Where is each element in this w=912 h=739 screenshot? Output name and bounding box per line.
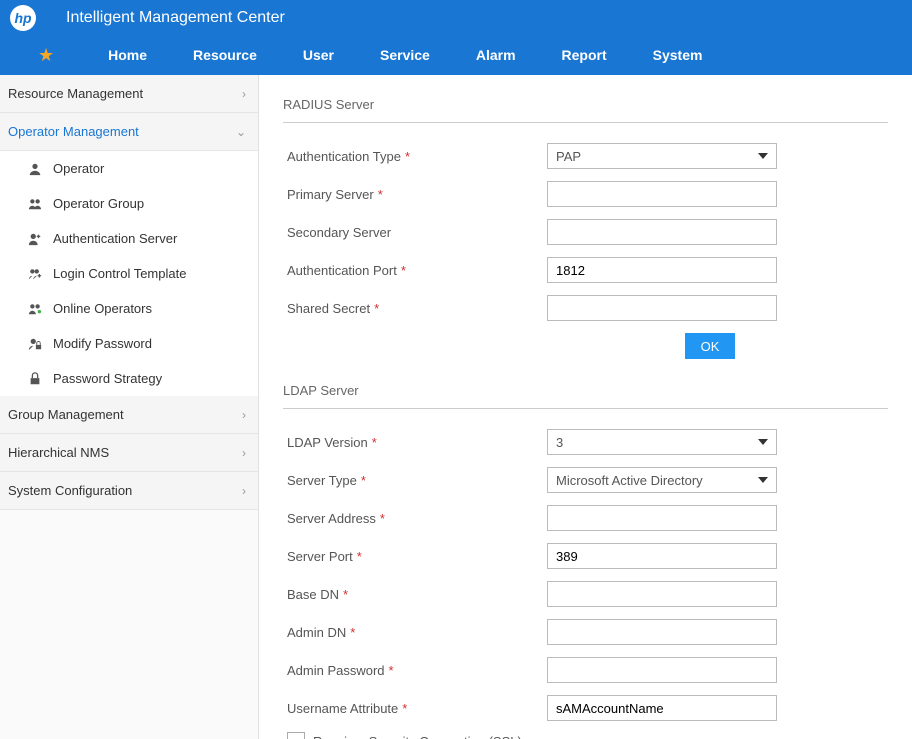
admin-password-input[interactable] xyxy=(547,657,777,683)
username-attribute-label: Username Attribute* xyxy=(283,701,547,716)
sidebar-sublist: Operator Operator Group Authentication S… xyxy=(0,151,258,396)
sidebar-item-label: Login Control Template xyxy=(53,266,186,281)
sidebar-item-label: Online Operators xyxy=(53,301,152,316)
chevron-right-icon: › xyxy=(242,446,246,460)
group-icon xyxy=(27,196,43,212)
sidebar-item-label: Authentication Server xyxy=(53,231,177,246)
page-header: hp Intelligent Management Center ★ Home … xyxy=(0,0,912,75)
main-content: RADIUS Server Authentication Type* PAP P… xyxy=(259,75,912,739)
caret-down-icon xyxy=(758,439,768,445)
admin-dn-input[interactable] xyxy=(547,619,777,645)
nav-user[interactable]: User xyxy=(303,47,334,63)
server-type-select[interactable]: Microsoft Active Directory xyxy=(547,467,777,493)
radius-ok-button[interactable]: OK xyxy=(685,333,735,359)
sidebar-section-hierarchical-nms[interactable]: Hierarchical NMS › xyxy=(0,434,258,472)
shared-secret-label: Shared Secret* xyxy=(283,301,547,316)
nav-home[interactable]: Home xyxy=(108,47,147,63)
auth-type-select[interactable]: PAP xyxy=(547,143,777,169)
username-attribute-input[interactable] xyxy=(547,695,777,721)
secondary-server-label: Secondary Server xyxy=(283,225,547,240)
auth-port-input[interactable] xyxy=(547,257,777,283)
person-plus-icon xyxy=(27,231,43,247)
server-type-value: Microsoft Active Directory xyxy=(556,473,703,488)
chevron-right-icon: › xyxy=(242,408,246,422)
nav-system[interactable]: System xyxy=(653,47,703,63)
header-top: hp Intelligent Management Center xyxy=(0,0,912,35)
sidebar-section-operator-management[interactable]: Operator Management ⌄ xyxy=(0,113,258,151)
ldap-version-select[interactable]: 3 xyxy=(547,429,777,455)
sidebar-section-label: Group Management xyxy=(8,407,124,422)
base-dn-label: Base DN* xyxy=(283,587,547,602)
sidebar-item-label: Modify Password xyxy=(53,336,152,351)
base-dn-input[interactable] xyxy=(547,581,777,607)
chevron-right-icon: › xyxy=(242,87,246,101)
lock-icon xyxy=(27,371,43,387)
sidebar-section-label: Resource Management xyxy=(8,86,143,101)
server-port-label: Server Port* xyxy=(283,549,547,564)
header-nav: ★ Home Resource User Service Alarm Repor… xyxy=(0,35,912,75)
sidebar-item-label: Operator Group xyxy=(53,196,144,211)
auth-type-value: PAP xyxy=(556,149,581,164)
admin-dn-label: Admin DN* xyxy=(283,625,547,640)
sidebar: Resource Management › Operator Managemen… xyxy=(0,75,259,739)
server-address-label: Server Address* xyxy=(283,511,547,526)
nav-report[interactable]: Report xyxy=(562,47,607,63)
sidebar-item-label: Password Strategy xyxy=(53,371,162,386)
chevron-right-icon: › xyxy=(242,484,246,498)
sidebar-item-password-strategy[interactable]: Password Strategy xyxy=(0,361,258,396)
sidebar-item-authentication-server[interactable]: Authentication Server xyxy=(0,221,258,256)
ssl-label: Requires Security Connection (SSL) xyxy=(313,734,522,739)
sidebar-item-label: Operator xyxy=(53,161,104,176)
person-icon xyxy=(27,161,43,177)
nav-alarm[interactable]: Alarm xyxy=(476,47,516,63)
auth-port-label: Authentication Port* xyxy=(283,263,547,278)
chevron-down-icon: ⌄ xyxy=(236,125,246,139)
sidebar-section-group-management[interactable]: Group Management › xyxy=(0,396,258,434)
ldap-version-value: 3 xyxy=(556,435,563,450)
sidebar-item-modify-password[interactable]: Modify Password xyxy=(0,326,258,361)
admin-password-label: Admin Password* xyxy=(283,663,547,678)
sidebar-item-online-operators[interactable]: Online Operators xyxy=(0,291,258,326)
radius-section-title: RADIUS Server xyxy=(283,91,888,123)
caret-down-icon xyxy=(758,153,768,159)
sidebar-section-label: System Configuration xyxy=(8,483,132,498)
sidebar-section-system-configuration[interactable]: System Configuration › xyxy=(0,472,258,510)
sidebar-item-login-control-template[interactable]: Login Control Template xyxy=(0,256,258,291)
primary-server-label: Primary Server* xyxy=(283,187,547,202)
sidebar-item-operator-group[interactable]: Operator Group xyxy=(0,186,258,221)
nav-resource[interactable]: Resource xyxy=(193,47,257,63)
app-title: Intelligent Management Center xyxy=(66,9,285,27)
ssl-checkbox[interactable] xyxy=(287,732,305,739)
sidebar-section-label: Operator Management xyxy=(8,124,139,139)
online-icon xyxy=(27,301,43,317)
nav-service[interactable]: Service xyxy=(380,47,430,63)
sidebar-item-operator[interactable]: Operator xyxy=(0,151,258,186)
shared-secret-input[interactable] xyxy=(547,295,777,321)
ldap-section-title: LDAP Server xyxy=(283,377,888,409)
sidebar-section-label: Hierarchical NMS xyxy=(8,445,109,460)
server-port-input[interactable] xyxy=(547,543,777,569)
secondary-server-input[interactable] xyxy=(547,219,777,245)
sidebar-section-resource-management[interactable]: Resource Management › xyxy=(0,75,258,113)
favorites-star-icon[interactable]: ★ xyxy=(38,45,54,66)
logo-icon: hp xyxy=(10,5,36,31)
password-icon xyxy=(27,336,43,352)
server-type-label: Server Type* xyxy=(283,473,547,488)
ldap-version-label: LDAP Version* xyxy=(283,435,547,450)
group-plus-icon xyxy=(27,266,43,282)
server-address-input[interactable] xyxy=(547,505,777,531)
primary-server-input[interactable] xyxy=(547,181,777,207)
caret-down-icon xyxy=(758,477,768,483)
auth-type-label: Authentication Type* xyxy=(283,149,547,164)
